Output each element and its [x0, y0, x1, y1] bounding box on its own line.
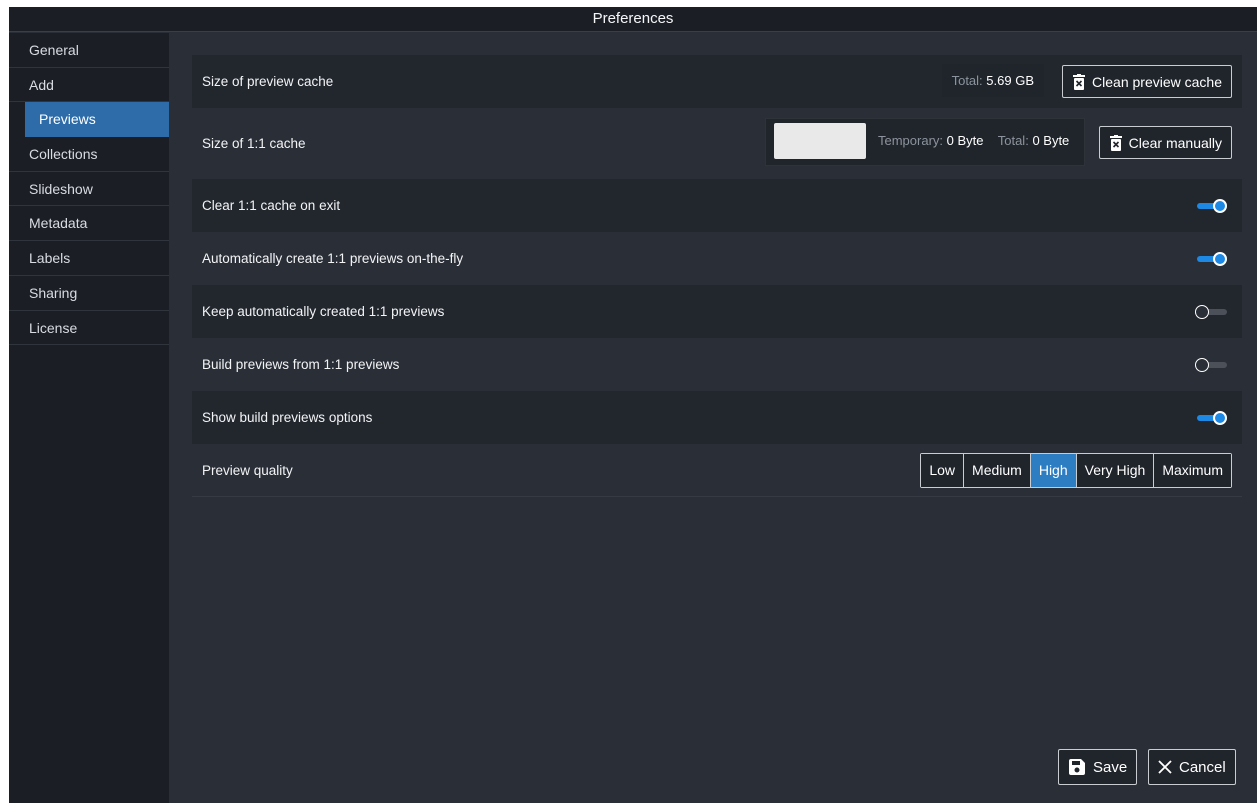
- sidebar-item-previews[interactable]: Previews: [25, 102, 169, 138]
- sidebar-item-labels[interactable]: Labels: [9, 241, 169, 276]
- quality-option-maximum[interactable]: Maximum: [1154, 454, 1231, 487]
- quality-option-low[interactable]: Low: [921, 454, 965, 487]
- keep-auto-label: Keep automatically created 1:1 previews: [202, 304, 445, 319]
- sidebar-item-slideshow[interactable]: Slideshow: [9, 172, 169, 207]
- clear-on-exit-toggle[interactable]: [1195, 199, 1227, 213]
- clear-manually-label: Clear manually: [1128, 134, 1222, 151]
- sidebar-item-license[interactable]: License: [9, 311, 169, 346]
- sidebar-item-add[interactable]: Add: [9, 68, 169, 103]
- show-build-options-label: Show build previews options: [202, 410, 373, 425]
- auto-create-toggle[interactable]: [1195, 252, 1227, 266]
- build-from-row: Build previews from 1:1 previews: [192, 338, 1242, 391]
- trash-icon: [1109, 134, 1122, 151]
- clean-preview-cache-button[interactable]: Clean preview cache: [1062, 65, 1232, 98]
- temporary-value: 0 Byte: [946, 133, 984, 148]
- trash-icon: [1073, 73, 1086, 90]
- show-build-options-row: Show build previews options: [192, 391, 1242, 444]
- preview-cache-total: Total: 5.69 GB: [941, 64, 1044, 97]
- auto-create-label: Automatically create 1:1 previews on-the…: [202, 251, 464, 266]
- save-button[interactable]: Save: [1058, 749, 1138, 785]
- cache-usage-bar: [774, 123, 866, 159]
- sidebar-item-metadata[interactable]: Metadata: [9, 206, 169, 242]
- cancel-button[interactable]: Cancel: [1148, 749, 1236, 785]
- preview-quality-row: Preview quality Low Medium High Very Hig…: [192, 444, 1242, 497]
- keep-auto-row: Keep automatically created 1:1 previews: [192, 285, 1242, 338]
- quality-option-high[interactable]: High: [1030, 454, 1077, 487]
- close-icon: [1158, 760, 1172, 774]
- temporary-label: Temporary:: [878, 133, 944, 148]
- auto-create-row: Automatically create 1:1 previews on-the…: [192, 232, 1242, 285]
- one-to-one-cache-info: Temporary: 0 Byte Total: 0 Byte: [765, 118, 1085, 166]
- clear-on-exit-row: Clear 1:1 cache on exit: [192, 179, 1242, 232]
- sidebar-item-sharing[interactable]: Sharing: [9, 276, 169, 311]
- preview-cache-row: Size of preview cache Total: 5.69 GB Cle…: [192, 55, 1242, 108]
- clear-on-exit-label: Clear 1:1 cache on exit: [202, 198, 341, 213]
- cancel-label: Cancel: [1179, 758, 1226, 776]
- sidebar-item-collections[interactable]: Collections: [9, 137, 169, 172]
- one-to-one-total-label: Total:: [997, 133, 1029, 148]
- previews-settings: Size of preview cache Total: 5.69 GB Cle…: [192, 55, 1242, 497]
- floppy-disk-icon: [1069, 759, 1085, 775]
- clean-preview-cache-label: Clean preview cache: [1092, 73, 1222, 90]
- sidebar: General Add Previews Collections Slidesh…: [9, 33, 169, 803]
- one-to-one-cache-label: Size of 1:1 cache: [202, 136, 306, 151]
- one-to-one-cache-row: Size of 1:1 cache Temporary: 0 Byte Tota…: [192, 108, 1242, 179]
- keep-auto-toggle[interactable]: [1195, 305, 1227, 319]
- sidebar-item-general[interactable]: General: [9, 33, 169, 68]
- preview-cache-total-value: 5.69 GB: [986, 73, 1034, 88]
- one-to-one-total-value: 0 Byte: [1032, 133, 1070, 148]
- quality-option-medium[interactable]: Medium: [964, 454, 1031, 487]
- show-build-options-toggle[interactable]: [1195, 411, 1227, 425]
- clear-manually-button[interactable]: Clear manually: [1098, 126, 1232, 159]
- preview-quality-selector: Low Medium High Very High Maximum: [920, 453, 1232, 488]
- preferences-window: Preferences General Add Previews Collect…: [9, 7, 1257, 803]
- save-label: Save: [1093, 758, 1128, 776]
- preview-cache-total-label: Total:: [951, 73, 983, 88]
- quality-option-very-high[interactable]: Very High: [1076, 454, 1155, 487]
- build-from-toggle[interactable]: [1195, 358, 1227, 372]
- window-title: Preferences: [9, 7, 1257, 32]
- build-from-label: Build previews from 1:1 previews: [202, 357, 400, 372]
